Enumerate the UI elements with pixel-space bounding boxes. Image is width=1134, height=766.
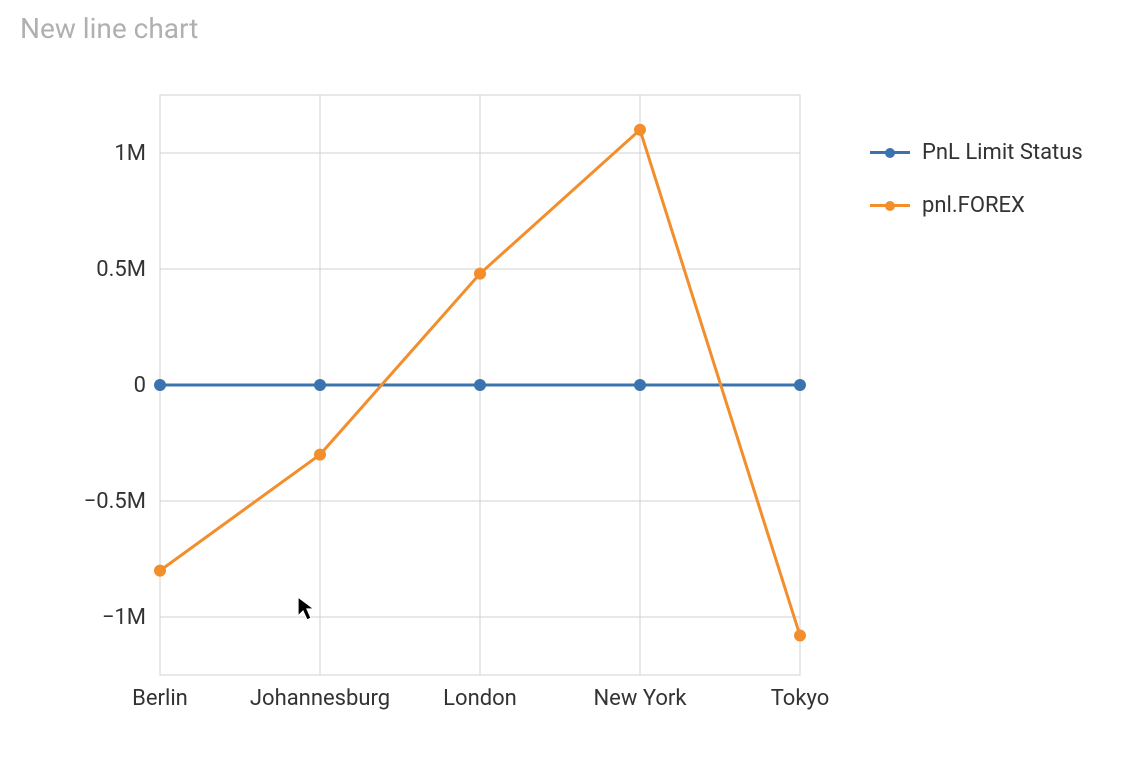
legend-swatch-blue	[870, 151, 910, 154]
legend: PnL Limit Status pnl.FOREX	[870, 140, 1083, 246]
legend-label: pnl.FOREX	[922, 193, 1025, 218]
data-point[interactable]	[794, 379, 806, 391]
x-tick-label: Johannesburg	[250, 686, 390, 711]
y-tick-label: 1M	[114, 141, 146, 166]
x-tick-label: London	[443, 686, 517, 711]
y-tick-label: 0.5M	[96, 257, 146, 282]
x-tick-label: New York	[593, 686, 687, 711]
data-point[interactable]	[154, 379, 166, 391]
data-point[interactable]	[154, 565, 166, 577]
data-point[interactable]	[634, 124, 646, 136]
y-tick-label: −0.5M	[84, 489, 146, 514]
data-point[interactable]	[794, 630, 806, 642]
chart-svg: −1M −0.5M 0 0.5M 1M Berlin Johannesburg London N…	[0, 0, 1134, 766]
x-tick-label: Tokyo	[771, 686, 830, 711]
legend-item-pnl-limit-status[interactable]: PnL Limit Status	[870, 140, 1083, 165]
y-tick-label: 0	[134, 373, 146, 398]
data-point[interactable]	[474, 379, 486, 391]
y-tick-label: −1M	[102, 605, 146, 630]
legend-swatch-orange	[870, 204, 910, 207]
legend-item-pnl-forex[interactable]: pnl.FOREX	[870, 193, 1083, 218]
chart-area: −1M −0.5M 0 0.5M 1M Berlin Johannesburg London N…	[0, 0, 1134, 766]
data-point[interactable]	[474, 268, 486, 280]
x-tick-label: Berlin	[132, 686, 188, 711]
data-point[interactable]	[314, 379, 326, 391]
legend-label: PnL Limit Status	[922, 140, 1083, 165]
data-point[interactable]	[634, 379, 646, 391]
data-point[interactable]	[314, 449, 326, 461]
